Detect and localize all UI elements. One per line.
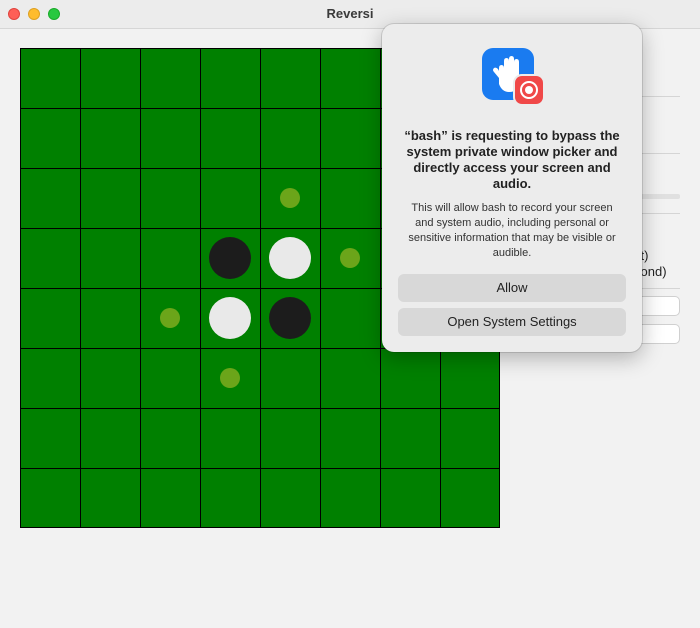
board-gridline <box>320 49 321 527</box>
screen-record-icon <box>515 76 543 104</box>
black-piece <box>209 237 251 279</box>
allow-button[interactable]: Allow <box>398 274 626 302</box>
legal-move-hint[interactable] <box>160 308 180 328</box>
window-title: Reversi <box>326 6 374 21</box>
white-piece <box>269 237 311 279</box>
board-gridline <box>21 408 499 409</box>
dialog-body-text: This will allow bash to record your scre… <box>408 202 616 259</box>
black-piece <box>269 297 311 339</box>
screen-recording-permission-dialog: “bash” is requesting to bypass the syste… <box>382 24 642 352</box>
board-gridline <box>380 49 381 527</box>
white-piece <box>209 297 251 339</box>
legal-move-hint[interactable] <box>280 188 300 208</box>
dialog-heading: “bash” is requesting to bypass the syste… <box>404 128 620 191</box>
board-gridline <box>21 468 499 469</box>
legal-move-hint[interactable] <box>340 248 360 268</box>
legal-move-hint[interactable] <box>220 368 240 388</box>
open-system-settings-button[interactable]: Open System Settings <box>398 308 626 336</box>
reversi-window: Reversi st) cond) “bash” is requesting t… <box>0 0 700 628</box>
